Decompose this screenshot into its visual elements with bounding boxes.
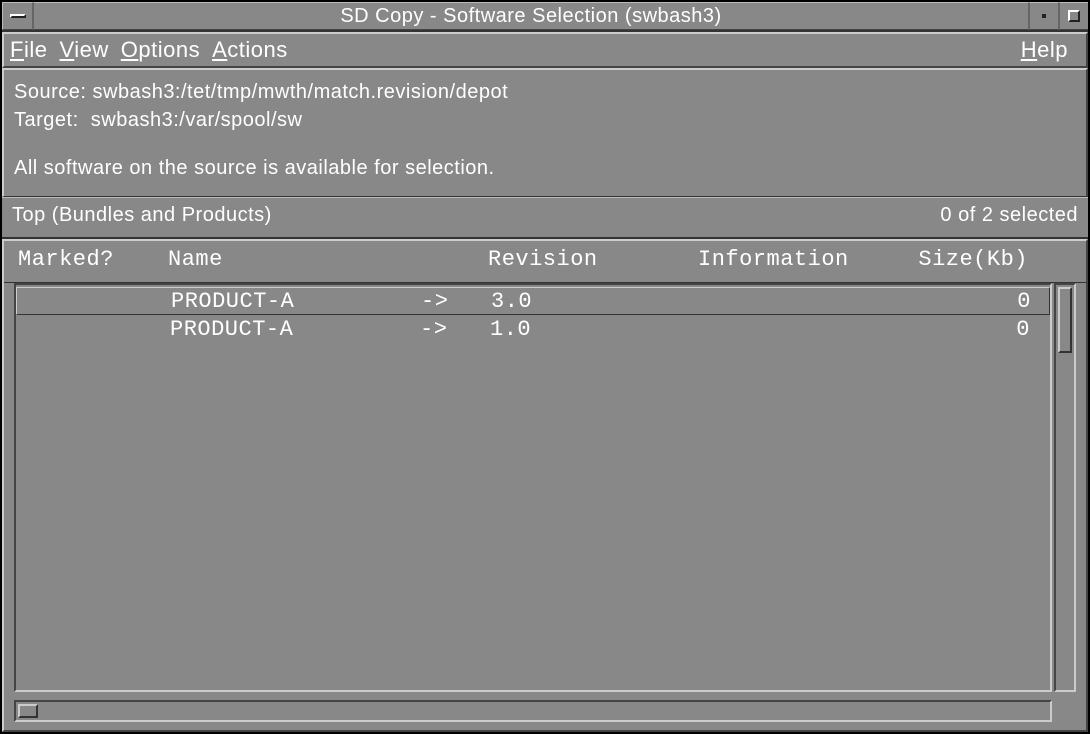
hscroll-wrap [4, 698, 1086, 730]
col-header-name[interactable]: Name [168, 247, 418, 272]
source-label: Source: [14, 81, 86, 103]
window-title: SD Copy - Software Selection (swbash3) [34, 2, 1028, 30]
titlebar-right [1028, 2, 1088, 30]
horizontal-scrollbar[interactable] [14, 700, 1052, 722]
square-icon [1068, 10, 1080, 22]
cell-revision: 3.0 [491, 289, 701, 314]
col-header-marked[interactable]: Marked? [18, 247, 168, 272]
table-row[interactable]: PRODUCT-A->1.0 0 [16, 315, 1050, 343]
menubar: File View Options Actions Help [2, 32, 1088, 68]
col-header-information[interactable]: Information [698, 247, 898, 272]
cell-name: PRODUCT-A [170, 317, 420, 342]
status-row: Top (Bundles and Products) 0 of 2 select… [2, 197, 1088, 239]
vertical-scroll-thumb[interactable] [1058, 287, 1072, 353]
dot-icon [1042, 14, 1046, 18]
nav-path: Top (Bundles and Products) [12, 204, 272, 227]
table-row[interactable]: PRODUCT-A->3.0 0 [16, 287, 1050, 315]
cell-arrow: -> [420, 317, 490, 342]
availability-text: All software on the source is available … [14, 154, 1076, 182]
cell-name: PRODUCT-A [171, 289, 421, 314]
col-header-arrow [418, 247, 488, 272]
menu-help[interactable]: Help [1021, 37, 1068, 63]
source-line: Source: swbash3:/tet/tmp/mwth/match.revi… [14, 78, 1076, 106]
window-maximize-button[interactable] [1058, 2, 1088, 30]
table-body[interactable]: PRODUCT-A->3.00PRODUCT-A->1.00 [14, 283, 1052, 692]
target-line: Target: swbash3:/var/spool/sw [14, 106, 1076, 134]
app-window: SD Copy - Software Selection (swbash3) F… [0, 0, 1090, 734]
table-header: Marked? Name Revision Information Size(K… [4, 241, 1086, 283]
minimize-icon [10, 14, 26, 18]
vertical-scrollbar[interactable] [1054, 283, 1076, 692]
col-header-revision[interactable]: Revision [488, 247, 698, 272]
cell-revision: 1.0 [490, 317, 700, 342]
cell-size: 0 [901, 289, 1031, 314]
menu-file[interactable]: File [10, 37, 47, 63]
menu-view[interactable]: View [59, 37, 108, 63]
cell-size: 0 [900, 317, 1030, 342]
table-body-wrap: PRODUCT-A->3.00PRODUCT-A->1.00 [4, 283, 1086, 698]
window-iconify-button[interactable] [1028, 2, 1058, 30]
selection-count: 0 of 2 selected [940, 204, 1078, 227]
info-block: Source: swbash3:/tet/tmp/mwth/match.revi… [2, 68, 1088, 197]
source-value: swbash3:/tet/tmp/mwth/match.revision/dep… [93, 81, 509, 103]
target-label: Target: [14, 109, 79, 131]
titlebar: SD Copy - Software Selection (swbash3) [2, 2, 1088, 32]
table-area: Marked? Name Revision Information Size(K… [2, 239, 1088, 732]
target-value: swbash3:/var/spool/sw [91, 109, 303, 131]
menu-options[interactable]: Options [121, 37, 200, 63]
menu-actions[interactable]: Actions [212, 37, 288, 63]
col-header-size[interactable]: Size(Kb) [898, 247, 1028, 272]
horizontal-scroll-thumb[interactable] [18, 704, 38, 718]
cell-arrow: -> [421, 289, 491, 314]
window-menu-button[interactable] [2, 2, 34, 30]
